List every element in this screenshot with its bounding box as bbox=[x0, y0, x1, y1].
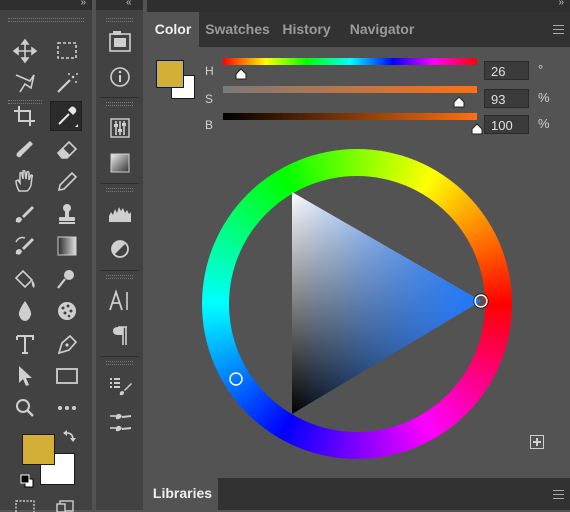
drag-grip[interactable] bbox=[106, 361, 133, 365]
drag-grip[interactable] bbox=[106, 102, 133, 106]
tools-panel: » bbox=[0, 0, 92, 512]
blur-tool-icon[interactable] bbox=[10, 297, 40, 325]
brush-tool-icon[interactable] bbox=[10, 200, 40, 228]
add-to-swatches-icon[interactable] bbox=[530, 435, 544, 449]
magic-wand-icon[interactable] bbox=[52, 69, 82, 97]
hand-tool-icon[interactable] bbox=[10, 167, 40, 195]
collapse-arrows-icon[interactable]: » bbox=[558, 0, 564, 8]
default-colors-icon[interactable] bbox=[18, 472, 36, 490]
history-brush-icon[interactable] bbox=[10, 232, 40, 260]
eraser-icon[interactable] bbox=[52, 135, 82, 163]
tools-panel-header[interactable]: » bbox=[0, 0, 92, 10]
lasso-tool-icon[interactable] bbox=[10, 69, 40, 97]
healing-brush-icon[interactable] bbox=[10, 135, 40, 163]
path-selection-icon[interactable] bbox=[10, 362, 40, 390]
saturation-brightness-triangle[interactable] bbox=[147, 12, 570, 475]
tab-libraries[interactable]: Libraries bbox=[147, 478, 218, 510]
panel-menu-icon[interactable] bbox=[553, 490, 564, 499]
more-tools-icon[interactable] bbox=[52, 394, 82, 422]
drag-grip[interactable] bbox=[106, 275, 133, 279]
adjustments-panel-icon[interactable] bbox=[102, 113, 138, 143]
panel-dock-header[interactable]: « bbox=[96, 0, 143, 10]
paragraph-panel-icon[interactable] bbox=[102, 321, 138, 351]
brushes-panel-icon[interactable] bbox=[102, 407, 138, 437]
panel-divider bbox=[100, 97, 139, 98]
libraries-panel-icon[interactable] bbox=[102, 27, 138, 57]
character-panel-icon[interactable] bbox=[102, 286, 138, 316]
panel-divider bbox=[100, 183, 139, 184]
color-panel: Color Swatches History Navigator H 26 ° … bbox=[147, 12, 570, 475]
pen-tool-icon[interactable] bbox=[52, 330, 82, 358]
rectangle-tool-icon[interactable] bbox=[52, 362, 82, 390]
color-picker-marker[interactable] bbox=[229, 372, 243, 386]
foreground-color-swatch[interactable] bbox=[22, 434, 55, 465]
marquee-tool-icon[interactable] bbox=[52, 37, 82, 65]
paint-bucket-icon[interactable] bbox=[10, 265, 40, 293]
collapse-arrows-icon[interactable]: » bbox=[80, 0, 86, 8]
properties-panel-icon[interactable] bbox=[102, 234, 138, 264]
type-tool-icon[interactable] bbox=[10, 330, 40, 358]
swap-colors-icon[interactable] bbox=[60, 427, 80, 447]
gradients-panel-icon[interactable] bbox=[102, 148, 138, 178]
gradient-tool-icon[interactable] bbox=[52, 232, 82, 260]
dodge-tool-icon[interactable] bbox=[52, 265, 82, 293]
info-panel-icon[interactable] bbox=[102, 62, 138, 92]
pencil-icon[interactable] bbox=[52, 167, 82, 195]
sponge-tool-icon[interactable] bbox=[52, 297, 82, 325]
drag-grip[interactable] bbox=[8, 18, 84, 22]
histogram-panel-icon[interactable] bbox=[102, 199, 138, 229]
drag-grip[interactable] bbox=[106, 188, 133, 192]
libraries-panel: Libraries bbox=[147, 478, 570, 510]
panel-group-header[interactable]: » bbox=[147, 0, 570, 12]
eyedropper-icon[interactable] bbox=[50, 101, 82, 131]
zoom-tool-icon[interactable] bbox=[10, 394, 40, 422]
panel-divider bbox=[100, 356, 139, 357]
crop-tool-icon[interactable] bbox=[10, 102, 40, 130]
brush-settings-icon[interactable] bbox=[102, 371, 138, 401]
drag-grip[interactable] bbox=[106, 18, 133, 22]
clone-stamp-icon[interactable] bbox=[52, 200, 82, 228]
expand-arrows-icon[interactable]: « bbox=[126, 0, 132, 8]
panel-dock: « bbox=[96, 0, 143, 510]
panel-divider bbox=[100, 270, 139, 271]
move-tool-icon[interactable] bbox=[10, 37, 40, 65]
